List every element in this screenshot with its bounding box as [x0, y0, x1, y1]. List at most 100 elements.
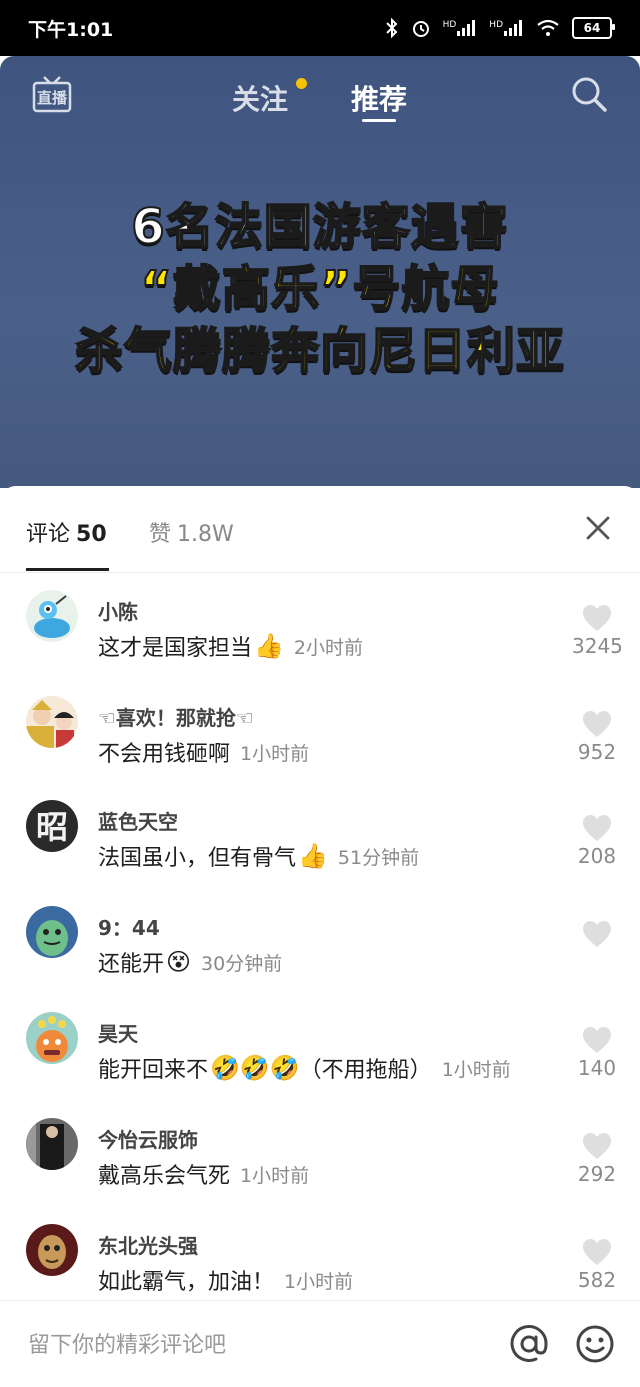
avatar[interactable]: [26, 1118, 78, 1170]
comment-text: 这才是国家担当: [98, 636, 253, 661]
comment-username[interactable]: 蓝色天空: [98, 806, 178, 835]
comment-panel: 评论 50 赞 1.8W 小陈 这才是国家担当 👍 2小时前 3245 ☜喜欢！那就…: [0, 486, 640, 1386]
comment-panel-header: 评论 50 赞 1.8W: [0, 486, 640, 573]
comment-text: 法国虽小，但有骨气: [98, 846, 297, 871]
comment-text-line: 法国虽小，但有骨气 👍 51分钟前: [98, 840, 419, 872]
like-button[interactable]: 952: [572, 710, 622, 764]
tab-likes-label: 赞: [149, 522, 172, 547]
video-player[interactable]: 直播 关注 推荐 6名法国游客遇害 “戴高乐”号航母 杀气腾腾奔向尼日利亚: [0, 56, 640, 488]
live-button[interactable]: 直播: [32, 74, 72, 114]
comment-username[interactable]: ☜喜欢！那就抢☜: [98, 702, 254, 731]
tab-recommend[interactable]: 推荐: [351, 78, 407, 118]
like-button[interactable]: 140: [572, 1026, 622, 1080]
comment-item[interactable]: 昊天 能开回来不 🤣🤣🤣 （不用拖船） 1小时前 140: [0, 1012, 640, 1112]
avatar-cartoon-icon: [26, 1224, 78, 1276]
thumbs-up-icon: 👍: [254, 632, 284, 660]
like-button[interactable]: 208: [572, 814, 622, 868]
dizzy-face-icon: 😵: [166, 948, 192, 976]
like-count: 582: [577, 1268, 617, 1292]
comment-input[interactable]: 留下你的精彩评论吧: [28, 1327, 226, 1359]
active-tab-underline: [362, 119, 396, 122]
avatar[interactable]: [26, 1012, 78, 1064]
avatar-cartoon-icon: [26, 590, 78, 642]
comment-time: 51分钟前: [337, 846, 420, 869]
emoji-button[interactable]: [574, 1323, 616, 1365]
comment-text: 戴高乐会气死: [98, 1164, 231, 1189]
comment-time: 1小时前: [284, 1270, 354, 1293]
comment-time: 30分钟前: [201, 952, 283, 975]
comment-item[interactable]: 9：44 还能开 😵 30分钟前: [0, 906, 640, 1006]
comment-username[interactable]: 今怡云服饰: [98, 1124, 198, 1153]
signal-icon: [457, 20, 476, 36]
wifi-icon: [537, 19, 559, 36]
like-count: 952: [577, 740, 617, 764]
heart-icon: [583, 921, 611, 947]
like-count: 208: [577, 844, 617, 868]
smiley-icon: [576, 1325, 614, 1363]
avatar-photo-icon: [26, 1118, 78, 1170]
comment-text: 不会用钱砸啊: [98, 742, 231, 767]
avatar[interactable]: [26, 590, 78, 642]
comment-username[interactable]: 东北光头强: [98, 1230, 198, 1259]
like-button[interactable]: 292: [572, 1132, 622, 1186]
avatar[interactable]: [26, 906, 78, 958]
comment-item[interactable]: 小陈 这才是国家担当 👍 2小时前 3245: [0, 590, 640, 690]
comment-text-line: 戴高乐会气死 1小时前: [98, 1158, 309, 1190]
signal-icon: [504, 20, 522, 36]
comment-item[interactable]: ☜喜欢！那就抢☜ 不会用钱砸啊 1小时前 952: [0, 696, 640, 796]
tab-likes[interactable]: 赞 1.8W: [149, 516, 234, 548]
video-headline: 6名法国游客遇害 “戴高乐”号航母 杀气腾腾奔向尼日利亚: [0, 196, 640, 382]
like-button[interactable]: 3245: [572, 604, 623, 658]
like-count: 3245: [572, 634, 623, 658]
avatar[interactable]: [26, 696, 78, 748]
comment-text-line: 不会用钱砸啊 1小时前: [98, 736, 309, 768]
like-button[interactable]: [572, 920, 622, 950]
comment-text-line: 还能开 😵 30分钟前: [98, 946, 282, 978]
signal-hd-1: HD: [443, 20, 478, 36]
notification-dot: [296, 78, 307, 89]
comments-count: 50: [76, 522, 107, 547]
tab-comments-label: 评论: [26, 522, 71, 547]
avatar-monster-icon: [26, 1012, 78, 1064]
comment-username[interactable]: 9：44: [98, 912, 160, 941]
battery-icon: 64: [572, 17, 615, 39]
comment-item[interactable]: 昭 蓝色天空 法国虽小，但有骨气 👍 51分钟前 208: [0, 800, 640, 900]
comment-time: 2小时前: [293, 636, 363, 659]
avatar[interactable]: [26, 1224, 78, 1276]
signal-hd-2: HD: [489, 20, 524, 36]
headline-line-1: 6名法国游客遇害: [130, 198, 509, 256]
svg-text:昭: 昭: [36, 808, 68, 846]
heart-icon: [583, 1027, 611, 1053]
likes-count: 1.8W: [177, 522, 234, 547]
comment-username[interactable]: 小陈: [98, 596, 138, 625]
mention-button[interactable]: [508, 1323, 550, 1365]
comment-text-line: 如此霸气，加油！ 1小时前: [98, 1264, 353, 1296]
avatar-cartoon-icon: [26, 906, 78, 958]
like-button[interactable]: 582: [572, 1238, 622, 1292]
rofl-icon: 🤣🤣🤣: [210, 1054, 300, 1082]
comment-username[interactable]: 昊天: [98, 1018, 138, 1047]
bluetooth-icon: [385, 18, 398, 38]
avatar[interactable]: 昭: [26, 800, 78, 852]
comment-input-bar[interactable]: 留下你的精彩评论吧: [0, 1300, 640, 1387]
status-icons: HD HD 64: [385, 17, 615, 39]
avatar-photo-icon: [26, 696, 78, 748]
heart-icon: [583, 815, 611, 841]
like-count: 292: [577, 1162, 617, 1186]
close-icon: [586, 516, 610, 540]
status-time: 下午1:01: [28, 18, 114, 41]
avatar-calligraphy-icon: 昭: [26, 800, 78, 852]
close-button[interactable]: [584, 514, 612, 542]
heart-icon: [583, 605, 611, 631]
search-button[interactable]: [569, 74, 609, 114]
tab-follow[interactable]: 关注: [232, 78, 288, 118]
active-tab-indicator: [26, 568, 109, 571]
comment-item[interactable]: 今怡云服饰 戴高乐会气死 1小时前 292: [0, 1118, 640, 1218]
comment-text-after: （不用拖船）: [299, 1058, 432, 1083]
headline-line-3: 杀气腾腾奔向尼日利亚: [74, 322, 565, 380]
comment-time: 1小时前: [240, 742, 310, 765]
like-count: 140: [577, 1056, 617, 1080]
heart-icon: [583, 711, 611, 737]
comment-time: 1小时前: [240, 1164, 310, 1187]
tab-comments[interactable]: 评论 50: [26, 516, 107, 548]
